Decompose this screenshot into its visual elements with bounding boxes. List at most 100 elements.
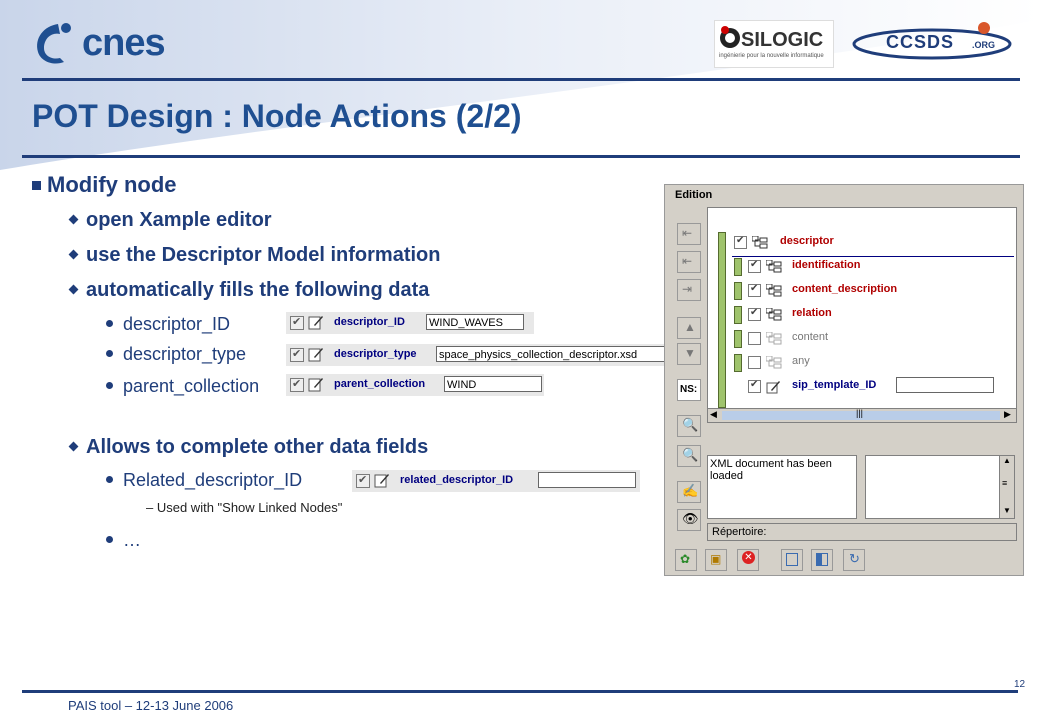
node-checkbox[interactable]	[748, 356, 761, 369]
view-mode-button[interactable]: 👁	[677, 509, 701, 531]
node-checkbox[interactable]	[748, 332, 761, 345]
edit-pencil-icon[interactable]	[308, 346, 324, 362]
node-indicator-bar	[734, 330, 742, 348]
arrow-up-icon: ▲	[684, 320, 696, 334]
tree-structure-icon	[766, 308, 782, 321]
toolbar-move-down-button[interactable]: ▼	[677, 343, 701, 365]
horizontal-scrollbar[interactable]: ◀ ||| ▶	[708, 408, 1016, 422]
pen-icon: ✍	[682, 483, 699, 498]
node-checkbox[interactable]	[748, 283, 761, 297]
cnes-emblem-icon	[37, 23, 71, 64]
node-indicator-bar	[734, 354, 742, 372]
scroll-down-icon[interactable]: ▼	[1003, 506, 1011, 515]
node-checkbox[interactable]	[748, 379, 761, 393]
diamond-bullet-icon	[68, 284, 79, 295]
namespace-button[interactable]: NS:	[677, 379, 701, 401]
bullet-allows-complete: Allows to complete other data fields	[68, 436, 429, 459]
toolbar-move-left-button[interactable]: ⇤	[677, 223, 701, 245]
bullet-related-id: Related_descriptor_ID	[106, 470, 302, 491]
checkbox-icon[interactable]	[356, 473, 370, 488]
arrow-left-icon: ⇤	[682, 254, 693, 268]
bullet-descriptor-id: descriptor_ID	[106, 314, 230, 335]
scroll-up-icon[interactable]: ▲	[1003, 456, 1011, 465]
scroll-left-icon[interactable]: ◀	[710, 409, 717, 420]
footer-text: PAIS tool – 12-13 June 2006	[68, 698, 234, 713]
toolbar-move-right-button[interactable]: ⇥	[677, 279, 701, 301]
validate-button[interactable]: ✿	[675, 549, 697, 571]
toolbar-move-left2-button[interactable]: ⇤	[677, 251, 701, 273]
field-label-related-id: related_descriptor_ID	[400, 474, 514, 486]
checkbox-icon[interactable]	[290, 377, 304, 392]
field-label-parent-collection: parent_collection	[334, 378, 426, 390]
checkbox-icon[interactable]	[290, 347, 304, 362]
arrow-left-icon: ⇤	[682, 226, 693, 240]
search-error-button[interactable]: 🔍	[677, 415, 701, 437]
checkbox-icon[interactable]	[290, 315, 304, 330]
edit-pencil-icon[interactable]	[308, 314, 324, 330]
tree-node-label: content_description	[792, 283, 898, 295]
bullet-use-model: use the Descriptor Model information	[68, 244, 440, 267]
field-label-descriptor-id: descriptor_ID	[334, 316, 405, 328]
dot-bullet-icon	[106, 382, 113, 389]
edition-panel: Edition ⇤ ⇤ ⇥ ▲ ▼ NS: 🔍 🔍 ✍ 👁 descriptor…	[664, 184, 1024, 576]
close-button[interactable]: ✕	[737, 549, 759, 571]
node-checkbox[interactable]	[748, 307, 761, 321]
bullet-allows-text: Allows to complete other data fields	[86, 436, 429, 458]
diamond-bullet-icon	[68, 249, 79, 260]
bullet-modify-node: Modify node	[32, 172, 177, 198]
node-indicator-bar	[734, 306, 742, 324]
field-value-descriptor-id[interactable]: WIND_WAVES	[426, 314, 524, 330]
secondary-area: ▲ ≡ ▼	[865, 455, 1015, 519]
scrollbar-thumb[interactable]: |||	[722, 408, 1000, 420]
close-icon: ✕	[742, 551, 755, 564]
edit-pencil-icon[interactable]	[374, 472, 390, 488]
diamond-bullet-icon	[68, 441, 79, 452]
tree-node-label: identification	[792, 259, 861, 271]
tree-node-label: descriptor	[780, 235, 834, 247]
node-checkbox[interactable]	[734, 235, 747, 249]
edit-pencil-icon[interactable]	[308, 376, 324, 392]
node-checkbox[interactable]	[748, 259, 761, 273]
bullet-modify-text: Modify node	[47, 172, 177, 197]
sip-template-id-input[interactable]	[896, 377, 994, 393]
bullet-fills-text: automatically fills the following data	[86, 279, 430, 301]
bullet-open-editor: open Xample editor	[68, 209, 272, 232]
search-button[interactable]: 🔍	[677, 445, 701, 467]
node-indicator-bar	[734, 378, 742, 396]
eye-icon: 👁	[682, 511, 699, 526]
scroll-right-icon[interactable]: ▶	[1004, 409, 1011, 420]
window-button[interactable]	[781, 549, 803, 571]
namespace-button-label: NS:	[680, 384, 698, 395]
repertoire-field: Répertoire:	[707, 523, 1017, 541]
snippet-descriptor-type: descriptor_type space_physics_collection…	[286, 344, 670, 366]
arrow-right-icon: ⇥	[682, 282, 693, 296]
ccsds-logo: CCSDS .ORG	[852, 20, 1012, 62]
snippet-parent-collection: parent_collection WIND	[286, 374, 544, 396]
field-value-related-id[interactable]	[538, 472, 636, 488]
snippet-descriptor-id: descriptor_ID WIND_WAVES	[286, 312, 534, 334]
header-top-rule	[22, 78, 1020, 81]
silogic-wordmark: SILOGIC	[741, 29, 824, 51]
square-bullet-icon	[32, 181, 41, 190]
refresh-button[interactable]: ↻	[843, 549, 865, 571]
tree-structure-icon	[766, 356, 782, 369]
silogic-emblem-icon	[720, 26, 740, 48]
diamond-bullet-icon	[68, 214, 79, 225]
dot-bullet-icon	[106, 350, 113, 357]
toolbar-move-up-button[interactable]: ▲	[677, 317, 701, 339]
xml-tree-view[interactable]: descriptor identification content_descrip…	[707, 207, 1017, 423]
save-button[interactable]: ▣	[705, 549, 727, 571]
field-label-descriptor-type: descriptor_type	[334, 348, 417, 360]
node-indicator-bar	[734, 282, 742, 300]
edit-mode-button[interactable]: ✍	[677, 481, 701, 503]
slide-title: POT Design : Node Actions (2/2)	[32, 98, 522, 134]
field-value-descriptor-type[interactable]: space_physics_collection_descriptor.xsd	[436, 346, 666, 362]
split-view-button[interactable]	[811, 549, 833, 571]
ccsds-org-suffix: .ORG	[972, 40, 996, 50]
field-value-parent-collection[interactable]: WIND	[444, 376, 542, 392]
search-icon: 🔍	[682, 447, 699, 462]
bullet-parent-collection-text: parent_collection	[123, 376, 260, 396]
arrow-down-icon: ▼	[684, 346, 696, 360]
tree-indent-bar	[718, 232, 726, 408]
vertical-scrollbar[interactable]: ▲ ≡ ▼	[999, 456, 1014, 518]
